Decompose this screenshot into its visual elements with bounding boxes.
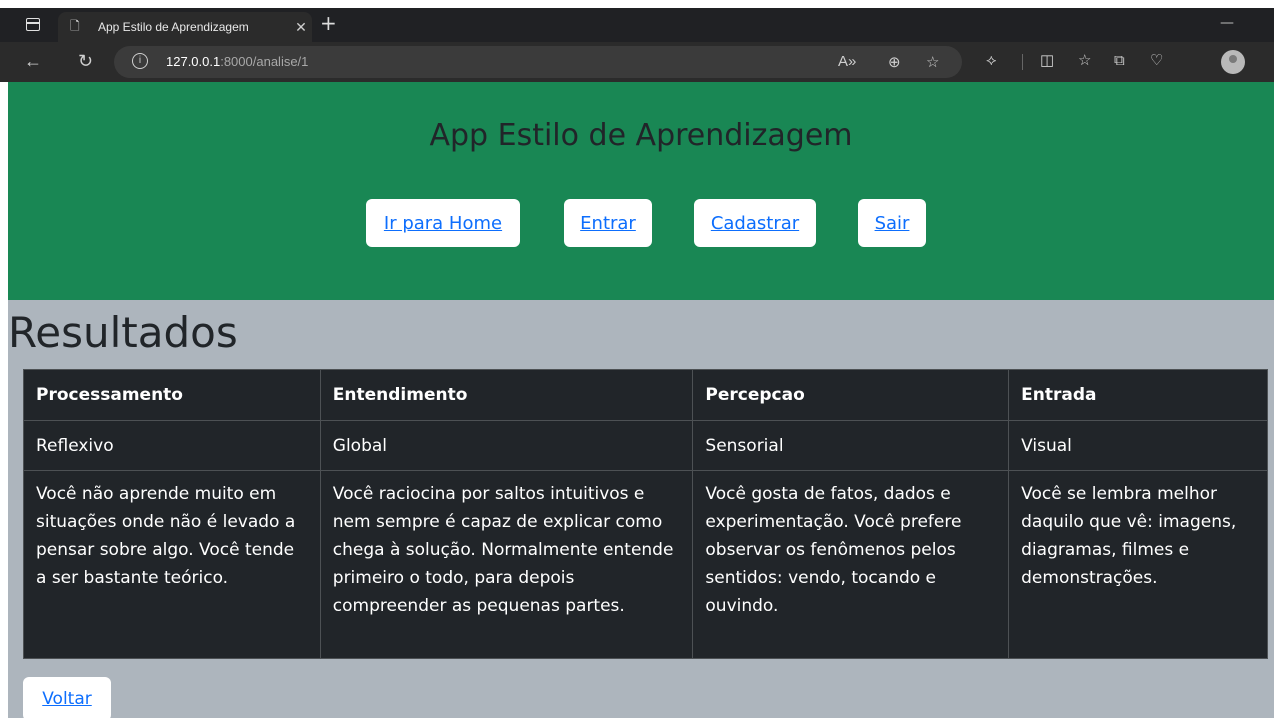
- results-table: Processamento Entendimento Percepcao Ent…: [23, 369, 1268, 659]
- favorite-star-icon[interactable]: ☆: [926, 53, 939, 71]
- reload-icon[interactable]: ↻: [78, 51, 93, 71]
- info-icon[interactable]: i: [132, 53, 148, 69]
- app-header: App Estilo de Aprendizagem Ir para Home …: [8, 82, 1274, 300]
- extensions-icon[interactable]: ⟡: [986, 51, 997, 71]
- url-path: :8000/analise/1: [220, 54, 309, 69]
- window-edge: [0, 0, 1274, 8]
- table-cell: Visual: [1008, 420, 1268, 471]
- profile-avatar[interactable]: [1221, 50, 1245, 74]
- tab-actions-icon[interactable]: [26, 18, 40, 31]
- column-header: Entrada: [1008, 369, 1268, 421]
- zoom-icon[interactable]: ⊕: [888, 53, 901, 71]
- url-text[interactable]: 127.0.0.1:8000/analise/1: [166, 54, 308, 69]
- close-tab-icon[interactable]: ✕: [290, 19, 312, 36]
- table-cell: Você se lembra melhor daquilo que vê: im…: [1008, 470, 1268, 659]
- table-row: Reflexivo Global Sensorial Visual: [23, 420, 1268, 471]
- login-button[interactable]: Entrar: [564, 199, 652, 247]
- read-aloud-icon[interactable]: A»: [838, 53, 856, 70]
- collections-icon[interactable]: ⧉: [1114, 51, 1125, 71]
- page-title: Resultados: [8, 308, 238, 357]
- url-host: 127.0.0.1: [166, 54, 221, 69]
- logout-button[interactable]: Sair: [858, 199, 926, 247]
- split-screen-icon[interactable]: ◫: [1040, 51, 1054, 71]
- page-content: App Estilo de Aprendizagem Ir para Home …: [8, 82, 1274, 718]
- toolbar-divider: [1022, 54, 1023, 70]
- browser-tab-strip: 🗋 App Estilo de Aprendizagem ✕ + —: [0, 0, 1274, 42]
- back-arrow-icon[interactable]: ←: [24, 51, 42, 71]
- table-cell: Global: [319, 420, 694, 471]
- home-button[interactable]: Ir para Home: [366, 199, 520, 247]
- table-cell: Reflexivo: [23, 420, 321, 471]
- page-icon: 🗋: [70, 18, 80, 33]
- minimize-icon[interactable]: —: [1220, 15, 1234, 31]
- table-cell: Você gosta de fatos, dados e experimenta…: [692, 470, 1010, 659]
- browser-toolbar: ← ↻ i 127.0.0.1:8000/analise/1 A» ⊕ ☆ ⟡ …: [0, 42, 1274, 82]
- browser-tab[interactable]: 🗋 App Estilo de Aprendizagem ✕: [58, 12, 312, 42]
- table-cell: Você não aprende muito em situações onde…: [23, 470, 321, 659]
- favorites-icon[interactable]: ☆: [1078, 51, 1091, 71]
- address-bar[interactable]: i 127.0.0.1:8000/analise/1 A» ⊕ ☆: [114, 46, 962, 78]
- tab-title: App Estilo de Aprendizagem: [98, 20, 249, 34]
- table-cell: Sensorial: [692, 420, 1010, 471]
- table-header-row: Processamento Entendimento Percepcao Ent…: [23, 369, 1268, 421]
- column-header: Processamento: [23, 369, 321, 421]
- new-tab-icon[interactable]: +: [320, 13, 337, 33]
- app-title: App Estilo de Aprendizagem: [429, 118, 853, 153]
- health-icon[interactable]: ♡: [1150, 51, 1163, 71]
- column-header: Percepcao: [692, 369, 1010, 421]
- table-cell: Você raciocina por saltos intuitivos e n…: [319, 470, 694, 659]
- register-button[interactable]: Cadastrar: [694, 199, 816, 247]
- table-row: Você não aprende muito em situações onde…: [23, 470, 1268, 659]
- column-header: Entendimento: [319, 369, 694, 421]
- back-button[interactable]: Voltar: [23, 677, 111, 718]
